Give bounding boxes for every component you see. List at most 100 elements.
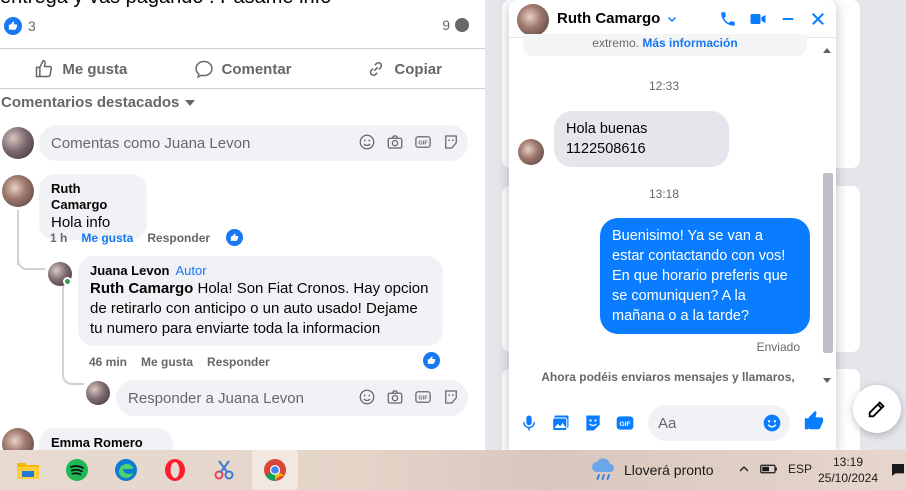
chat-window: Ruth Camargo extremo. Más información 12… xyxy=(509,0,836,450)
notification-icon[interactable] xyxy=(890,462,906,478)
chat-header: Ruth Camargo xyxy=(509,0,836,38)
system-clock[interactable]: 13:19 25/10/2024 xyxy=(815,454,881,486)
divider xyxy=(0,88,485,89)
post-panel: entrega y vas pagando . Pasame info 3 9 … xyxy=(0,0,485,450)
composer-icons: GIF xyxy=(358,133,460,151)
contact-avatar[interactable] xyxy=(517,4,549,36)
more-info-link[interactable]: Más información xyxy=(642,36,737,50)
thumbs-up-icon xyxy=(36,59,53,78)
comment-icon xyxy=(194,60,213,79)
comment-meta: 1 h Me gusta Responder xyxy=(50,231,210,245)
rain-cloud-icon xyxy=(592,458,614,480)
emoji-icon[interactable] xyxy=(762,413,782,437)
comment-reply-button[interactable]: Responder xyxy=(207,355,270,369)
battery-icon[interactable] xyxy=(760,462,778,476)
chat-header-actions xyxy=(718,9,828,29)
reply-input[interactable]: Responder a Juana Levon GIF xyxy=(116,380,468,416)
scroll-down-arrow[interactable] xyxy=(823,378,831,383)
comment-time[interactable]: 1 h xyxy=(50,231,67,245)
snipping-tool-icon[interactable] xyxy=(209,455,239,485)
file-explorer-icon[interactable] xyxy=(13,455,43,485)
mention-link[interactable]: Ruth Camargo xyxy=(90,280,193,297)
commenter-name[interactable]: Emma Romero xyxy=(51,435,161,450)
close-icon[interactable] xyxy=(808,9,828,29)
gif-icon[interactable]: GIF xyxy=(614,412,636,434)
edge-browser-icon[interactable] xyxy=(111,455,141,485)
chat-notice: Ahora podéis enviaros mensajes y llamaro… xyxy=(541,370,795,384)
message-input[interactable]: Aa xyxy=(648,405,790,441)
like-reaction-icon[interactable] xyxy=(226,229,243,246)
message-timestamp: 13:18 xyxy=(648,187,680,201)
weather-widget[interactable]: Lloverá pronto xyxy=(590,458,714,482)
emoji-icon[interactable] xyxy=(358,133,376,151)
post-title: entrega y vas pagando . Pasame info xyxy=(0,0,331,9)
caret-down-icon xyxy=(185,99,196,106)
system-tray: ESP xyxy=(738,462,812,476)
svg-text:GIF: GIF xyxy=(418,140,428,146)
author-badge: Autor xyxy=(175,263,207,278)
online-status-dot xyxy=(63,277,72,286)
scroll-up-arrow[interactable] xyxy=(823,48,831,53)
comment-like-button[interactable]: Me gusta xyxy=(81,231,133,245)
featured-comments-filter[interactable]: Comentarios destacados xyxy=(1,94,196,111)
chevron-down-icon xyxy=(668,16,677,22)
comment-count[interactable]: 9 xyxy=(442,17,469,33)
sticker-icon[interactable] xyxy=(442,133,460,151)
compose-icon xyxy=(868,401,885,418)
sticker-icon[interactable] xyxy=(582,412,604,434)
incoming-message[interactable]: Hola buenas 1122508616 xyxy=(554,111,729,167)
encryption-notice: extremo. Más información xyxy=(523,34,807,56)
chrome-browser-icon[interactable] xyxy=(260,455,290,485)
svg-text:GIF: GIF xyxy=(619,421,630,428)
video-call-icon[interactable] xyxy=(748,9,768,29)
comment-meta: 46 min Me gusta Responder xyxy=(89,355,270,369)
comment-time[interactable]: 46 min xyxy=(89,355,127,369)
reaction-count: 3 xyxy=(28,18,36,34)
chevron-up-icon[interactable] xyxy=(738,463,750,475)
sticker-icon[interactable] xyxy=(442,388,460,406)
camera-icon[interactable] xyxy=(386,388,404,406)
commenter-name[interactable]: Juana Levon Autor xyxy=(90,263,431,279)
phone-call-icon[interactable] xyxy=(718,9,738,29)
gif-icon[interactable]: GIF xyxy=(414,133,432,151)
camera-icon[interactable] xyxy=(386,133,404,151)
link-icon xyxy=(370,61,383,77)
contact-avatar[interactable] xyxy=(518,139,544,165)
emoji-icon[interactable] xyxy=(358,388,376,406)
opera-browser-icon[interactable] xyxy=(160,455,190,485)
avatar[interactable] xyxy=(86,381,110,405)
post-actions: Me gusta Comentar Copiar xyxy=(0,52,485,86)
comment-button[interactable]: Comentar xyxy=(162,52,324,86)
chat-scrollbar[interactable] xyxy=(821,48,833,388)
composer-icons: GIF xyxy=(358,388,460,406)
chat-contact-name[interactable]: Ruth Camargo xyxy=(557,10,678,27)
comment-bubble: Juana Levon Autor Ruth Camargo Hola! Son … xyxy=(78,256,443,346)
commenter-name[interactable]: Ruth Camargo xyxy=(51,181,135,213)
keyboard-language[interactable]: ESP xyxy=(788,462,812,476)
comment-like-button[interactable]: Me gusta xyxy=(141,355,193,369)
avatar[interactable] xyxy=(2,127,34,159)
like-reaction-icon[interactable] xyxy=(423,352,440,369)
avatar[interactable] xyxy=(2,428,34,450)
avatar[interactable] xyxy=(2,175,34,207)
svg-text:GIF: GIF xyxy=(418,395,428,401)
spotify-icon[interactable] xyxy=(62,455,92,485)
outgoing-message[interactable]: Buenisimo! Ya se van a estar contactando… xyxy=(600,218,810,334)
reaction-summary[interactable]: 3 xyxy=(4,17,36,35)
taskbar: Lloverá pronto ESP 13:19 25/10/2024 xyxy=(0,450,906,490)
comment-bubble: Emma Romero xyxy=(39,428,173,450)
microphone-icon[interactable] xyxy=(518,412,540,434)
copy-link-button[interactable]: Copiar xyxy=(323,52,485,86)
image-gallery-icon[interactable] xyxy=(550,412,572,434)
gif-icon[interactable]: GIF xyxy=(414,388,432,406)
thumbs-up-send-icon[interactable] xyxy=(803,410,825,432)
chat-composer: GIF Aa xyxy=(509,396,836,450)
comment-text: Ruth Camargo Hola! Son Fiat Cronos. Hay … xyxy=(90,280,429,337)
minimize-icon[interactable] xyxy=(778,9,798,29)
new-message-button[interactable] xyxy=(853,385,901,433)
comment-input[interactable]: Comentas como Juana Levon GIF xyxy=(39,125,468,161)
like-button[interactable]: Me gusta xyxy=(0,52,162,86)
divider xyxy=(0,48,485,49)
comment-reply-button[interactable]: Responder xyxy=(147,231,210,245)
scrollbar-thumb[interactable] xyxy=(823,173,833,353)
